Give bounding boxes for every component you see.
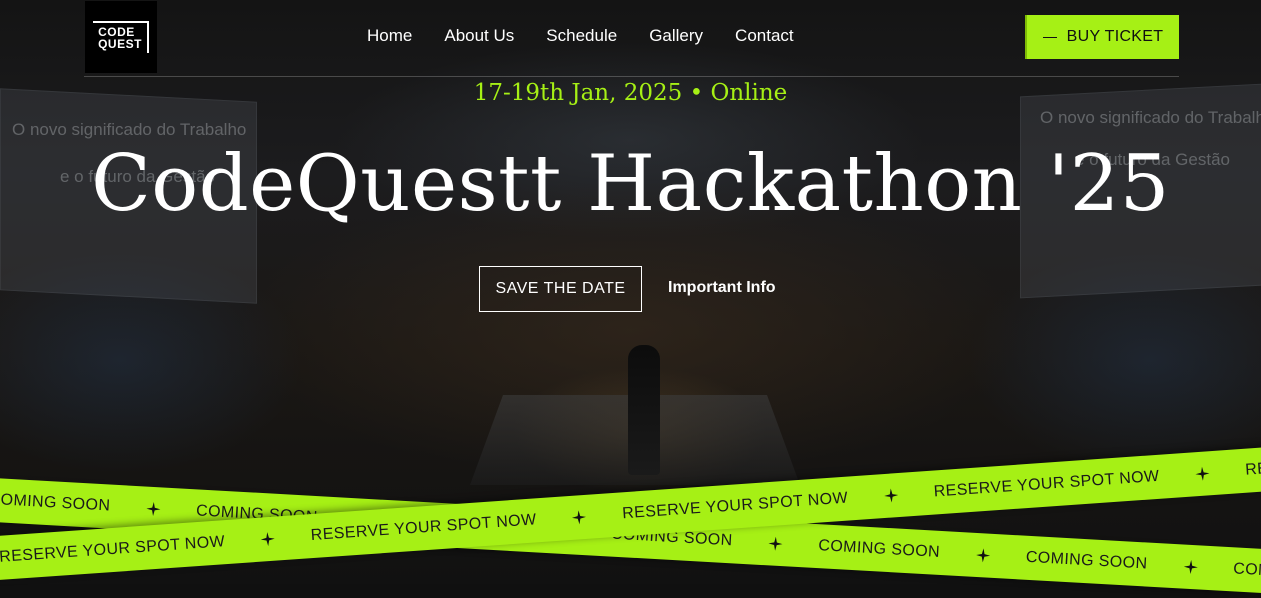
ribbon-text: RESERVE YOUR SPOT NOW [933, 467, 1161, 501]
save-the-date-button[interactable]: SAVE THE DATE [479, 266, 642, 312]
hero-title: CodeQuestt Hackathon '25 [91, 139, 1170, 229]
sparkle-star-icon [883, 488, 898, 503]
important-info-link[interactable]: Important Info [668, 279, 776, 297]
sparkle-star-icon [260, 532, 276, 547]
sparkle-star-icon [572, 510, 587, 525]
right-screen-text-1: O novo significado do Trabalho [1040, 108, 1261, 127]
buy-ticket-label: BUY TICKET [1066, 28, 1164, 45]
ribbon-text: RESERVE YOUR SPOT NOW [0, 533, 226, 566]
sparkle-star-icon [1195, 466, 1210, 481]
header-divider [84, 76, 1179, 77]
save-the-date-label: SAVE THE DATE [495, 280, 626, 297]
sparkle-star-icon [768, 536, 783, 551]
speaker-silhouette [628, 345, 660, 475]
sparkle-star-icon [975, 548, 991, 563]
event-date: 17-19th Jan, 2025 • Online [473, 80, 788, 106]
nav-gallery[interactable]: Gallery [649, 26, 703, 46]
main-nav: Home About Us Schedule Gallery Contact [367, 26, 794, 46]
ribbon-text: RESERVE YOUR SPOT NOW [1244, 446, 1261, 479]
nav-contact[interactable]: Contact [735, 26, 794, 46]
logo-mark: CODE QUEST [93, 21, 149, 53]
sparkle-star-icon [146, 501, 161, 517]
dash-icon [1042, 36, 1057, 38]
nav-about-us[interactable]: About Us [444, 26, 514, 46]
logo-line-2: QUEST [98, 37, 142, 51]
ribbon-text: COMING SOON [817, 537, 941, 561]
sparkle-star-icon [1183, 559, 1198, 575]
nav-schedule[interactable]: Schedule [546, 26, 617, 46]
ribbon-text: COMING SOON [1025, 548, 1148, 573]
nav-home[interactable]: Home [367, 26, 412, 46]
ribbon-text: COMING SOON [1232, 560, 1261, 584]
buy-ticket-button[interactable]: BUY TICKET [1025, 15, 1179, 59]
ribbon-text: COMING SOON [0, 490, 111, 515]
ribbon-text: RESERVE YOUR SPOT NOW [621, 489, 849, 523]
ribbon-text: RESERVE YOUR SPOT NOW [310, 511, 538, 545]
logo[interactable]: CODE QUEST [85, 1, 157, 73]
